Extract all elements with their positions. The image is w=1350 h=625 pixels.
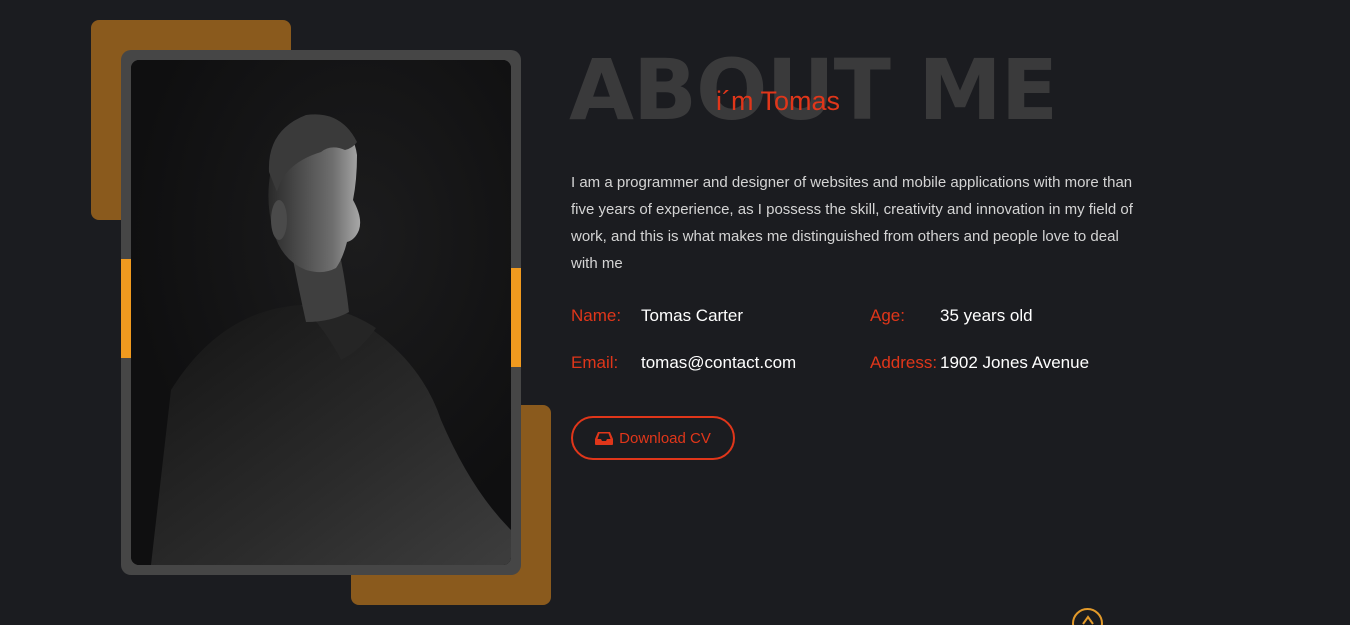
name-value: Tomas Carter: [641, 306, 744, 325]
email-label: Email:: [571, 353, 619, 372]
email-value: tomas@contact.com: [641, 353, 797, 372]
name-label: Name:: [571, 306, 622, 325]
frame-accent-left: [121, 259, 131, 358]
address-label: Address:: [870, 353, 938, 372]
frame-accent-right: [511, 268, 521, 367]
arrow-up-icon: [1081, 610, 1094, 625]
download-cv-button[interactable]: Download CV: [571, 416, 735, 460]
bio-paragraph: I am a programmer and designer of websit…: [571, 174, 1133, 272]
inbox-icon: [595, 431, 614, 445]
section-subtitle: i´m Tomas: [716, 86, 841, 116]
download-cv-label: Download CV: [619, 429, 711, 447]
age-value: 35 years old: [940, 306, 1033, 325]
address-value: 1902 Jones Avenue: [940, 353, 1090, 372]
age-label: Age:: [870, 306, 905, 325]
scroll-to-top-button[interactable]: [1072, 608, 1103, 625]
profile-photo: [131, 60, 511, 565]
